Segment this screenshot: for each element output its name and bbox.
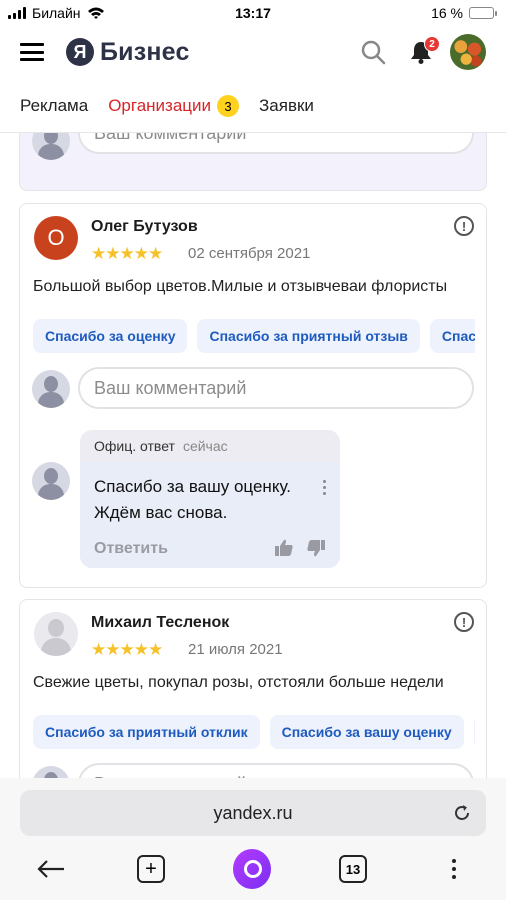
alice-icon	[233, 849, 271, 889]
review-text: Большой выбор цветов.Милые и отзывчеваи …	[33, 278, 448, 295]
carrier-name: Билайн	[32, 5, 81, 21]
comment-input[interactable]: Ваш комментарий	[78, 763, 474, 778]
app-header: Я Бизнес 2	[0, 26, 506, 78]
alice-button[interactable]	[233, 849, 271, 889]
quick-reply-chips: Спасибо за оценку Спасибо за приятный от…	[33, 319, 475, 353]
comment-input[interactable]: Ваш комментарий	[78, 367, 474, 409]
plus-icon: +	[137, 855, 165, 883]
quick-reply-chip[interactable]	[473, 715, 475, 749]
official-reply-label: Офиц. ответ	[94, 438, 175, 454]
wifi-icon	[87, 7, 104, 19]
review-text: Свежие цветы, покупал розы, отстояли бол…	[33, 674, 444, 691]
review-card: Михаил Тесленок ★★★★★ 21 июля 2021 ! Све…	[19, 599, 487, 778]
quick-reply-chip[interactable]: Спаси	[429, 319, 475, 353]
search-icon[interactable]	[360, 39, 386, 65]
clock: 13:17	[235, 5, 271, 21]
tab-advertising[interactable]: Реклама	[20, 96, 88, 116]
browser-menu-button[interactable]	[435, 850, 473, 888]
user-avatar[interactable]	[450, 34, 486, 70]
quick-reply-chip[interactable]: Спасибо за приятный отзыв	[197, 319, 420, 353]
notifications-button[interactable]: 2	[408, 36, 440, 65]
status-bar: Билайн 13:17 16 %	[0, 0, 506, 26]
reply-button[interactable]: Ответить	[94, 540, 168, 558]
reply-text: Спасибо за вашу оценку. Ждём вас снова.	[94, 477, 291, 522]
quick-reply-chip[interactable]: Спасибо за оценку	[33, 319, 188, 353]
dislike-icon[interactable]	[306, 538, 326, 558]
review-card: О Олег Бутузов ★★★★★ 02 сентября 2021 ! …	[19, 203, 487, 588]
rating-stars: ★★★★★	[91, 640, 163, 659]
notification-badge: 2	[424, 36, 440, 52]
menu-icon[interactable]	[20, 43, 44, 61]
arrow-left-icon	[37, 860, 64, 878]
battery-percent: 16 %	[431, 5, 463, 21]
review-date: 02 сентября 2021	[188, 245, 311, 262]
more-options-icon[interactable]	[323, 480, 326, 495]
review-date: 21 июля 2021	[188, 641, 283, 658]
official-reply: Офиц. ответ сейчас Спасибо за вашу оценк…	[80, 430, 340, 568]
quick-reply-chips: Спасибо за приятный отклик Спасибо за ва…	[33, 715, 475, 749]
tabs-button[interactable]: 13	[334, 850, 372, 888]
yandex-logo[interactable]: Я	[66, 38, 94, 66]
commenter-avatar	[32, 133, 70, 160]
url-text: yandex.ru	[213, 802, 293, 823]
signal-icon	[8, 7, 26, 19]
previous-review-card: Ваш комментарий	[19, 133, 487, 191]
commenter-avatar	[32, 370, 70, 408]
author-name[interactable]: Михаил Тесленок	[91, 614, 229, 632]
address-bar[interactable]: yandex.ru	[20, 790, 486, 836]
business-logo-text[interactable]: Бизнес	[100, 38, 190, 67]
reviews-feed[interactable]: Ваш комментарий О Олег Бутузов ★★★★★ 02 …	[0, 133, 506, 778]
organizations-count-badge: 3	[217, 95, 240, 117]
back-button[interactable]	[32, 850, 70, 888]
comment-input[interactable]: Ваш комментарий	[78, 133, 474, 154]
browser-address-area: yandex.ru	[0, 778, 506, 838]
battery-icon	[469, 7, 497, 19]
tab-requests[interactable]: Заявки	[259, 96, 314, 116]
rating-stars: ★★★★★	[91, 244, 163, 263]
reply-time: сейчас	[182, 438, 228, 454]
info-icon[interactable]: !	[454, 612, 474, 632]
more-vertical-icon	[452, 859, 456, 879]
quick-reply-chip[interactable]: Спасибо за приятный отклик	[33, 715, 260, 749]
author-name[interactable]: Олег Бутузов	[91, 218, 198, 236]
tab-organizations[interactable]: Организации 3	[108, 95, 240, 117]
author-avatar: О	[34, 216, 78, 260]
reload-icon[interactable]	[452, 803, 472, 823]
like-icon[interactable]	[274, 538, 294, 558]
author-avatar	[34, 612, 78, 656]
tabs-count: 13	[339, 855, 367, 883]
browser-toolbar: + 13	[0, 838, 506, 900]
new-tab-button[interactable]: +	[132, 850, 170, 888]
owner-avatar	[32, 462, 70, 500]
main-tabs: Реклама Организации 3 Заявки	[0, 86, 506, 126]
info-icon[interactable]: !	[454, 216, 474, 236]
quick-reply-chip[interactable]: Спасибо за вашу оценку	[269, 715, 464, 749]
commenter-avatar	[32, 766, 70, 778]
